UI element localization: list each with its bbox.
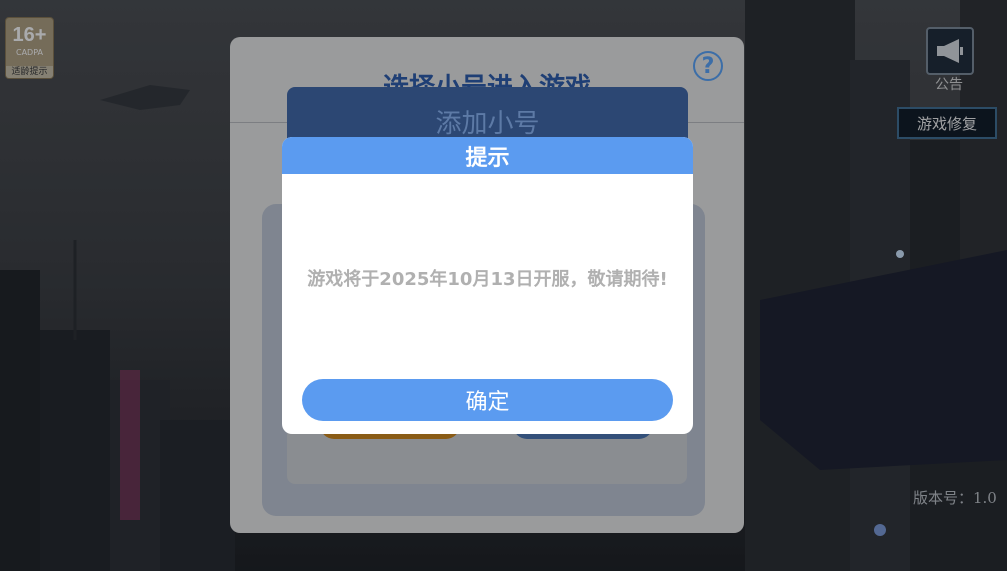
dialog-title: 提示 [282, 137, 693, 174]
dialog-message: 游戏将于2025年10月13日开服，敬请期待! [307, 269, 668, 290]
confirm-button[interactable]: 确定 [302, 379, 673, 421]
notice-dialog: 提示 游戏将于2025年10月13日开服，敬请期待! 确定 [282, 137, 693, 434]
help-icon[interactable]: ? [693, 51, 723, 81]
